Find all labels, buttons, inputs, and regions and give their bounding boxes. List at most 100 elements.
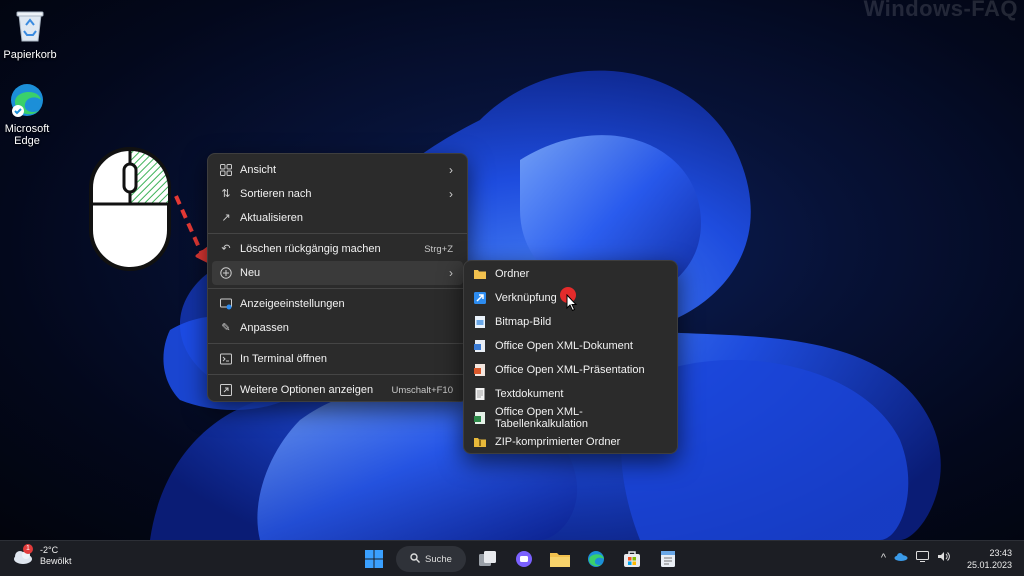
submenu-item-label: Verknüpfung: [495, 292, 557, 304]
menu-separator: [208, 233, 467, 234]
desktop-icon-label: Microsoft Edge: [4, 123, 50, 147]
menu-item-label: Weitere Optionen anzeigen: [240, 384, 374, 396]
taskbar-apps: Suche: [360, 545, 682, 573]
chevron-right-icon: ›: [449, 266, 453, 280]
menu-item-label: Neu: [240, 267, 261, 279]
shortcut-icon: [474, 292, 486, 304]
monitor-icon[interactable]: [916, 551, 929, 565]
windows-logo-icon: [365, 550, 383, 568]
desktop-icon-label: Papierkorb: [3, 49, 57, 61]
chevron-right-icon: ›: [449, 187, 453, 201]
menu-separator: [208, 343, 467, 344]
chat-icon: [516, 551, 532, 567]
speaker-icon[interactable]: [937, 551, 950, 565]
menu-item-terminal[interactable]: In Terminal öffnen: [212, 347, 463, 371]
menu-item-loeschen-rueckgaengig[interactable]: ↶ Löschen rückgängig machen Strg+Z: [212, 237, 463, 261]
menu-item-ansicht[interactable]: Ansicht ›: [212, 158, 463, 182]
desktop[interactable]: Windows-FAQ Papierkorb Microsoft Edge An…: [0, 0, 1024, 540]
notepad-button[interactable]: [654, 545, 682, 573]
folder-icon: [550, 553, 570, 567]
menu-item-label: Aktualisieren: [240, 212, 303, 224]
weather-description: Bewölkt: [40, 556, 72, 566]
system-tray: ^: [881, 551, 950, 565]
word-doc-icon: [474, 340, 486, 352]
powerpoint-icon: [474, 364, 486, 376]
more-options-icon: [220, 384, 232, 396]
search-icon: [410, 552, 421, 566]
submenu-item-praesentation[interactable]: Office Open XML-Präsentation: [468, 358, 673, 382]
cloud-icon: 1: [12, 544, 34, 565]
file-explorer-button[interactable]: [546, 545, 574, 573]
start-button[interactable]: [360, 545, 388, 573]
store-icon: [624, 551, 640, 567]
teams-chat-button[interactable]: [510, 545, 538, 573]
task-view-icon: [479, 551, 496, 566]
notepad-icon: [661, 551, 675, 567]
menu-item-neu[interactable]: Neu ›: [212, 261, 463, 285]
submenu-item-label: Textdokument: [495, 388, 564, 400]
menu-item-aktualisieren[interactable]: ↗ Aktualisieren: [212, 206, 463, 230]
menu-item-weitere-optionen[interactable]: Weitere Optionen anzeigen Umschalt+F10: [212, 378, 463, 402]
store-button[interactable]: [618, 545, 646, 573]
menu-item-label: Sortieren nach: [240, 188, 312, 200]
submenu-item-tabellenkalkulation[interactable]: Office Open XML-Tabellenkalkulation: [468, 406, 673, 430]
display-icon: [220, 298, 232, 310]
weather-widget[interactable]: 1 -2°C Bewölkt: [12, 544, 72, 567]
menu-item-label: Anzeigeeinstellungen: [240, 298, 345, 310]
chevron-up-icon[interactable]: ^: [881, 552, 886, 564]
terminal-icon: [220, 353, 232, 365]
shortcut-label: Umschalt+F10: [391, 384, 453, 396]
clock-time: 23:43: [989, 548, 1012, 558]
onedrive-icon[interactable]: [894, 552, 908, 564]
bitmap-icon: [474, 316, 486, 328]
desktop-context-menu: Ansicht › ⇅ Sortieren nach › ↗ Aktualisi…: [207, 153, 468, 402]
mouse-right-click-illustration: [88, 146, 172, 277]
taskbar: 1 -2°C Bewölkt Suche ^ 23:43 25.01.2023: [0, 540, 1024, 576]
submenu-item-label: ZIP-komprimierter Ordner: [495, 436, 621, 448]
weather-alert-badge: 1: [23, 544, 33, 554]
submenu-item-label: Office Open XML-Tabellenkalkulation: [495, 406, 588, 430]
zip-folder-icon: [474, 436, 486, 448]
submenu-item-label: Bitmap-Bild: [495, 316, 552, 328]
mouse-cursor-icon: [566, 293, 578, 317]
submenu-item-word-dokument[interactable]: Office Open XML-Dokument: [468, 334, 673, 358]
weather-temperature: -2°C: [40, 545, 59, 555]
menu-item-sortieren-nach[interactable]: ⇅ Sortieren nach ›: [212, 182, 463, 206]
shortcut-label: Strg+Z: [424, 243, 453, 255]
taskbar-clock[interactable]: 23:43 25.01.2023: [967, 547, 1012, 571]
plus-circle-icon: [220, 267, 232, 279]
submenu-item-label: Office Open XML-Präsentation: [495, 364, 645, 376]
submenu-item-zip-ordner[interactable]: ZIP-komprimierter Ordner: [468, 430, 673, 454]
refresh-icon: ↗: [221, 212, 231, 224]
submenu-item-label: Ordner: [495, 268, 530, 280]
text-doc-icon: [474, 388, 486, 400]
sort-icon: ⇅: [221, 188, 231, 200]
edge-icon: [7, 80, 47, 120]
desktop-icon-edge[interactable]: Microsoft Edge: [0, 80, 57, 147]
taskbar-search[interactable]: Suche: [396, 546, 466, 572]
recycle-bin-icon: [10, 6, 50, 46]
submenu-item-textdokument[interactable]: Textdokument: [468, 382, 673, 406]
chevron-right-icon: ›: [449, 163, 453, 177]
task-view-button[interactable]: [474, 545, 502, 573]
menu-item-label: Ansicht: [240, 164, 277, 176]
menu-item-anzeigeeinstellungen[interactable]: Anzeigeeinstellungen: [212, 292, 463, 316]
menu-item-label: Löschen rückgängig machen: [240, 243, 381, 255]
menu-item-label: In Terminal öffnen: [240, 353, 328, 365]
menu-separator: [208, 374, 467, 375]
undo-icon: ↶: [221, 243, 231, 255]
edge-taskbar-button[interactable]: [582, 545, 610, 573]
clock-date: 25.01.2023: [966, 560, 1012, 570]
excel-icon: [474, 412, 486, 424]
watermark: Windows-FAQ: [863, 0, 1018, 21]
menu-item-label: Anpassen: [240, 322, 289, 334]
brush-icon: ✎: [221, 322, 231, 334]
grid-icon: [220, 164, 232, 176]
edge-icon: [588, 551, 604, 567]
menu-separator: [208, 288, 467, 289]
desktop-icon-recycle-bin[interactable]: Papierkorb: [0, 6, 60, 61]
folder-icon: [474, 268, 486, 280]
submenu-item-ordner[interactable]: Ordner: [468, 262, 673, 286]
search-label: Suche: [425, 553, 452, 565]
menu-item-anpassen[interactable]: ✎ Anpassen: [212, 316, 463, 340]
